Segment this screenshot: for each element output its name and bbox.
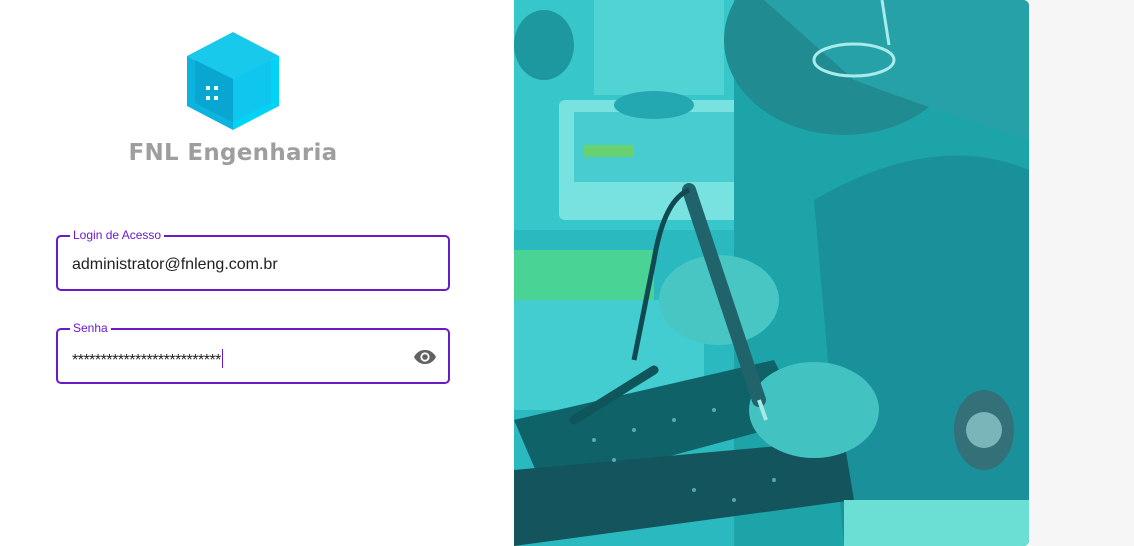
soldering-pcb-photo (514, 0, 1029, 546)
brand-name: FNL Engenharia (128, 140, 338, 166)
eye-icon[interactable] (413, 348, 437, 366)
login-input[interactable]: administrator@fnleng.com.br (72, 255, 278, 275)
login-page: FNL Engenharia Login de Acesso administr… (0, 0, 1134, 546)
password-field[interactable]: Senha ************************** (56, 320, 450, 384)
password-masked-value: ************************** (72, 352, 221, 369)
hero-photo (514, 0, 1029, 546)
password-input[interactable]: ************************** (72, 349, 223, 371)
login-field-label: Login de Acesso (70, 227, 165, 243)
password-field-label: Senha (70, 320, 111, 336)
text-caret (221, 349, 223, 368)
login-field[interactable]: Login de Acesso administrator@fnleng.com… (56, 227, 450, 291)
login-panel: FNL Engenharia Login de Acesso administr… (0, 0, 514, 546)
company-logo-icon (187, 32, 279, 130)
